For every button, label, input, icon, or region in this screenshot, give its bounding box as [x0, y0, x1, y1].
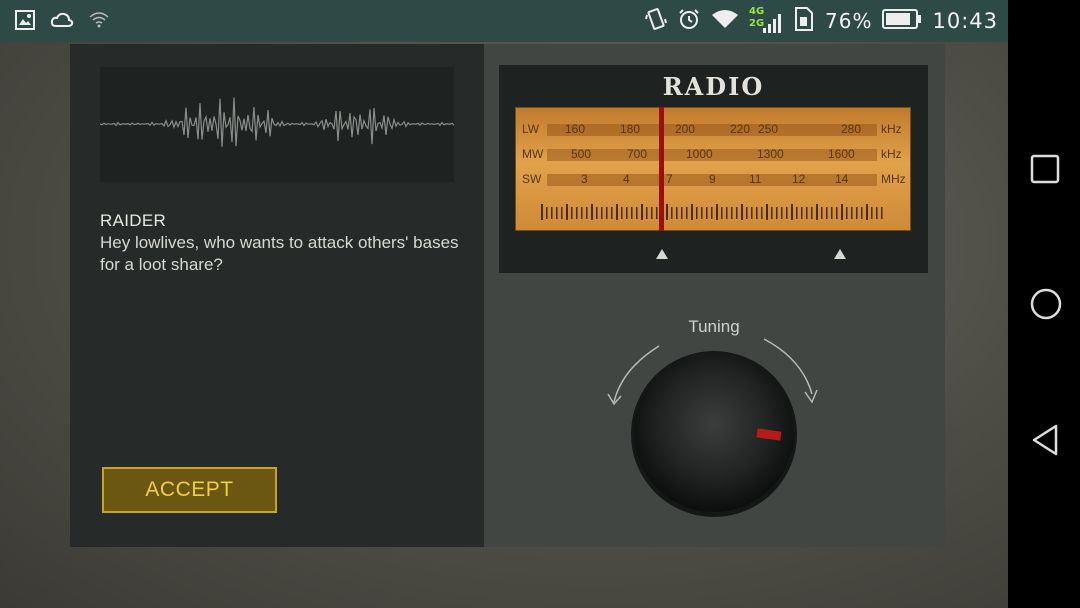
band-lw: LW 160 180 200 220 250 280 kHz	[522, 122, 902, 136]
radio-display: RADIO LW 160 180 200 220 250 280 kHz MW …	[499, 65, 928, 273]
cellular-signal-icon: 4G 2G	[749, 6, 783, 36]
radio-title: RADIO	[662, 72, 765, 101]
tuning-knob[interactable]	[604, 334, 824, 524]
vibrate-icon	[645, 7, 667, 35]
recent-apps-button[interactable]	[1030, 154, 1060, 184]
gallery-icon	[14, 9, 36, 35]
speaker-name: RAIDER	[100, 211, 167, 230]
home-button[interactable]	[1030, 288, 1062, 320]
wifi-icon	[711, 8, 739, 34]
dial-tick-marks	[541, 204, 883, 220]
alarm-icon	[677, 7, 701, 35]
dial-marker-left	[656, 249, 668, 259]
battery-percent: 76%	[825, 9, 873, 33]
network-type-bottom: 2G	[749, 18, 765, 29]
battery-icon	[882, 8, 922, 34]
message-column: RAIDER Hey lowlives, who wants to attack…	[70, 44, 482, 547]
back-button[interactable]	[1030, 424, 1060, 456]
band-sw: SW 3 4 7 9 11 12 14 MHz	[522, 172, 906, 186]
navigation-bar	[1008, 0, 1080, 608]
audio-waveform	[99, 67, 455, 182]
wifi-question-icon	[88, 11, 110, 33]
radio-column: RADIO LW 160 180 200 220 250 280 kHz MW …	[484, 44, 945, 547]
dial-marker-right	[834, 249, 846, 259]
message-text: Hey lowlives, who wants to attack others…	[100, 233, 459, 274]
frequency-dial: LW 160 180 200 220 250 280 kHz MW 500 70…	[515, 107, 911, 231]
square-icon	[1030, 154, 1060, 184]
circle-icon	[1030, 288, 1062, 320]
clock: 10:43	[932, 9, 998, 33]
sim-icon	[793, 6, 815, 36]
status-bar: 4G 2G 76% 10:43	[0, 0, 1008, 42]
accept-button[interactable]: ACCEPT	[102, 467, 277, 513]
tuning-needle	[659, 107, 664, 231]
network-type-top: 4G	[749, 6, 765, 17]
band-mw: MW 500 700 1000 1300 1600 kHz	[522, 147, 902, 161]
cloud-icon	[50, 11, 74, 33]
triangle-back-icon	[1032, 424, 1058, 456]
radio-panel: RAIDER Hey lowlives, who wants to attack…	[70, 44, 945, 547]
